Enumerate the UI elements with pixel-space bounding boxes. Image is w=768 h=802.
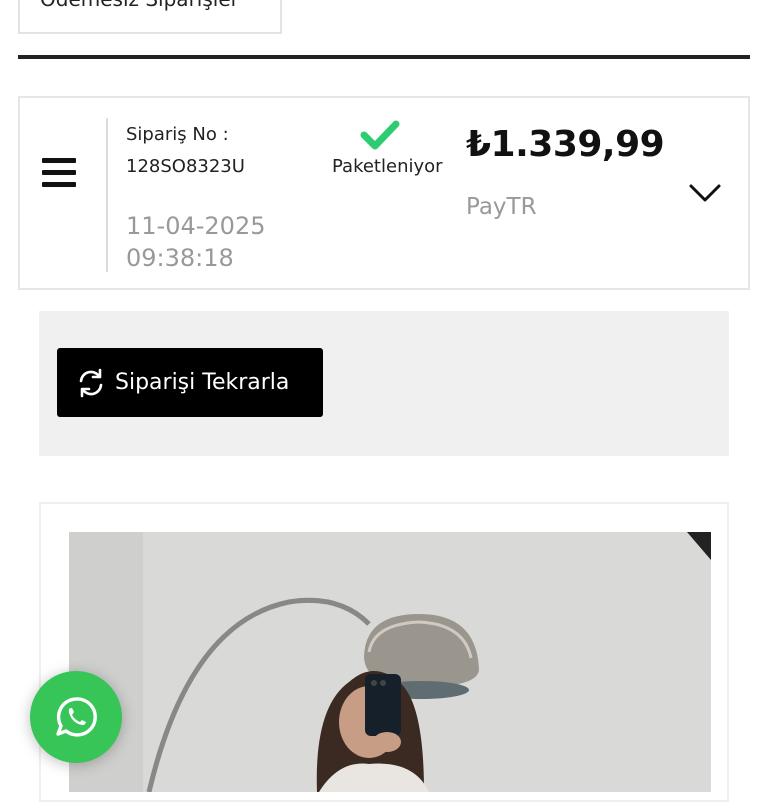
reorder-button-label: Siparişi Tekrarla [115, 370, 290, 395]
order-time: 09:38:18 [126, 244, 234, 272]
tab-unpaid-orders-label: Ödemesiz Siparişler [40, 0, 239, 11]
vertical-divider [106, 118, 108, 272]
whatsapp-button[interactable] [30, 671, 122, 763]
section-divider [18, 55, 750, 59]
order-card: Sipariş No : 128SO8323U 11-04-2025 09:38… [18, 96, 750, 290]
order-date: 11-04-2025 [126, 212, 266, 240]
order-number: 128SO8323U [126, 156, 245, 177]
reorder-panel: Siparişi Tekrarla [39, 311, 729, 456]
product-card [39, 502, 729, 802]
reorder-button[interactable]: Siparişi Tekrarla [57, 348, 323, 417]
order-status: Paketleniyor [332, 156, 443, 177]
payment-method: PayTR [466, 194, 537, 220]
order-datetime: 11-04-2025 09:38:18 [126, 210, 265, 274]
chevron-down-icon[interactable] [688, 182, 722, 204]
hamburger-menu-icon[interactable] [42, 158, 76, 188]
whatsapp-icon [56, 697, 97, 737]
tab-unpaid-orders[interactable]: Ödemesiz Siparişler [18, 0, 282, 34]
refresh-icon [79, 368, 103, 397]
product-image[interactable] [69, 532, 711, 792]
order-number-label: Sipariş No : [126, 124, 229, 145]
order-price: ₺1.339,99 [466, 124, 665, 165]
check-icon [360, 120, 400, 150]
product-photo [69, 532, 711, 792]
